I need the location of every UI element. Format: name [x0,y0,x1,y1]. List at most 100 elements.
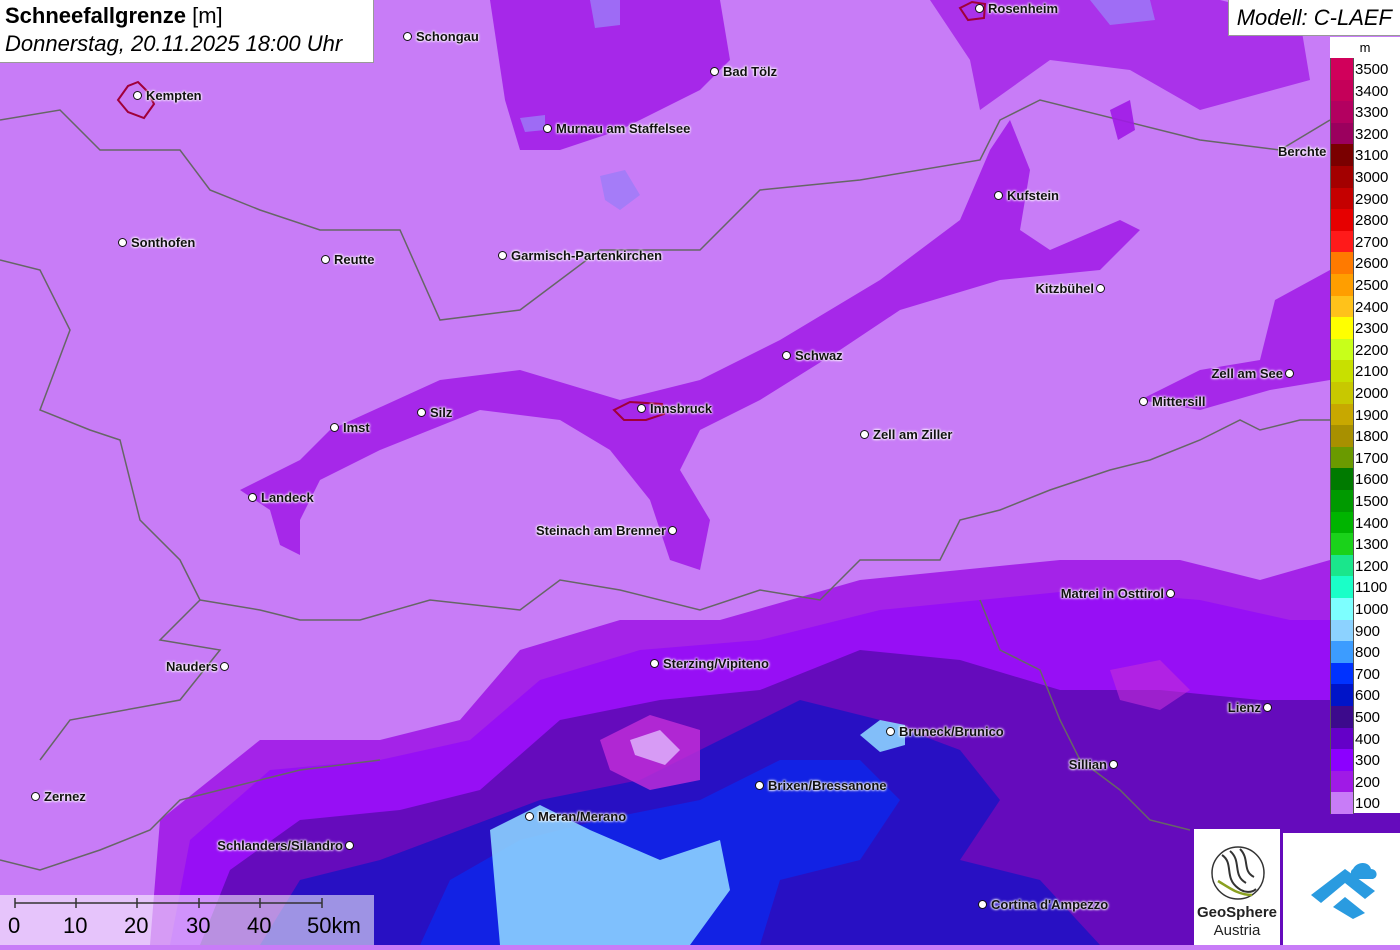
legend-swatch [1330,274,1354,296]
geosphere-logo[interactable]: GeoSphere Austria [1194,829,1280,945]
legend-label: 3000 [1355,169,1389,186]
legend-label: 2600 [1355,255,1389,273]
legend-row: 2500 [1330,274,1400,296]
city-dot-icon [994,191,1003,200]
city-label[interactable]: Murnau am Staffelsee [556,121,690,136]
city-label[interactable]: Innsbruck [650,401,712,416]
legend-swatch [1330,209,1354,231]
legend-swatch [1330,554,1354,577]
city-label[interactable]: Bruneck/Brunico [899,724,1004,739]
legend-row: 1400 [1330,511,1400,534]
legend-row: 2800 [1330,209,1400,231]
legend-swatch [1330,58,1354,80]
legend-swatch [1330,144,1354,166]
city-label[interactable]: Imst [343,420,370,435]
city-label[interactable]: Zell am See [1211,366,1283,381]
legend-label: 2200 [1355,341,1389,359]
city-dot-icon [860,430,869,439]
legend-swatch [1330,295,1354,318]
legend-row: 2400 [1330,295,1400,318]
legend-row: 3500 [1330,58,1400,80]
legend-row: 900 [1330,619,1400,642]
geosphere-mark-icon [1211,846,1265,900]
city-label[interactable]: Kempten [146,88,202,103]
city-label[interactable]: Cortina d'Ampezzo [991,897,1108,912]
snowfall-line-map[interactable] [0,0,1400,945]
legend-label: 500 [1355,709,1381,726]
city-label[interactable]: Meran/Merano [538,809,626,824]
city-dot-icon [321,255,330,264]
city-label[interactable]: Reutte [334,252,374,267]
legend-row: 800 [1330,641,1400,663]
city-dot-icon [975,4,984,13]
legend-row: 400 [1330,727,1400,750]
city-label[interactable]: Garmisch-Partenkirchen [511,248,662,263]
legend-label: 1500 [1355,493,1389,510]
legend-row: 300 [1330,749,1400,771]
legend-label: 2500 [1355,277,1389,294]
city-dot-icon [1109,760,1118,769]
legend-swatch [1330,252,1354,274]
city-label[interactable]: Zell am Ziller [873,427,952,442]
city-dot-icon [978,900,987,909]
legend-label: 1100 [1355,579,1388,597]
legend-unit: m [1359,40,1371,55]
city-label[interactable]: Sonthofen [131,235,195,250]
legend-swatch [1330,533,1354,555]
legend-swatch [1330,338,1354,361]
legend-label: 1700 [1355,449,1389,467]
city-dot-icon [755,781,764,790]
city-label[interactable]: Nauders [166,659,218,674]
legend-row: 2700 [1330,230,1400,253]
legend-swatch [1330,317,1354,339]
legend-label: 400 [1355,730,1381,748]
city-label[interactable]: Schongau [416,29,479,44]
city-dot-icon [637,404,646,413]
city-label[interactable]: Bad Tölz [723,64,777,79]
city-label[interactable]: Steinach am Brenner [536,523,666,538]
city-dot-icon [118,238,127,247]
legend-row: 1000 [1330,598,1400,620]
model-label: Modell: C-LAEF [1227,0,1400,36]
city-dot-icon [782,351,791,360]
legend-row: 500 [1330,706,1400,728]
legend-row: 3100 [1330,144,1400,166]
city-dot-icon [1285,369,1294,378]
city-label[interactable]: Silz [430,405,452,420]
legend-label: 600 [1355,687,1381,705]
legend-row: 2900 [1330,187,1400,210]
scale-tick-label: 50km [307,913,361,938]
city-label[interactable]: Kufstein [1007,188,1059,203]
city-dot-icon [220,662,229,671]
cloud-arrow-icon [1311,863,1377,919]
legend-swatch [1330,230,1354,253]
city-dot-icon [133,91,142,100]
city-label[interactable]: Sillian [1069,757,1107,772]
city-label[interactable]: Mittersill [1152,394,1205,409]
city-label[interactable]: Schlanders/Silandro [217,838,343,853]
city-label[interactable]: Schwaz [795,348,843,363]
weather-app-logo[interactable] [1283,833,1400,945]
legend-swatch [1330,360,1354,382]
city-label[interactable]: Berchte [1278,144,1330,159]
legend-label: 700 [1355,665,1381,683]
city-label[interactable]: Brixen/Bressanone [768,778,887,793]
city-label[interactable]: Lienz [1228,700,1261,715]
legend-swatch [1330,792,1354,814]
legend-label: 1400 [1355,514,1389,532]
city-label[interactable]: Rosenheim [988,1,1058,16]
scale-tick-label: 40 [247,913,272,938]
city-label[interactable]: Sterzing/Vipiteno [663,656,769,671]
city-label[interactable]: Zernez [44,789,86,804]
city-dot-icon [31,792,40,801]
city-label[interactable]: Kitzbühel [1036,281,1095,296]
city-dot-icon [345,841,354,850]
city-label[interactable]: Landeck [261,490,314,505]
city-dot-icon [403,32,412,41]
city-dot-icon [330,423,339,432]
map-datetime: Donnerstag, 20.11.2025 18:00 Uhr [5,31,343,56]
legend-swatch [1330,166,1354,188]
legend-row: 1900 [1330,403,1400,426]
city-label[interactable]: Matrei in Osttirol [1061,586,1164,601]
legend-swatch [1330,382,1354,404]
